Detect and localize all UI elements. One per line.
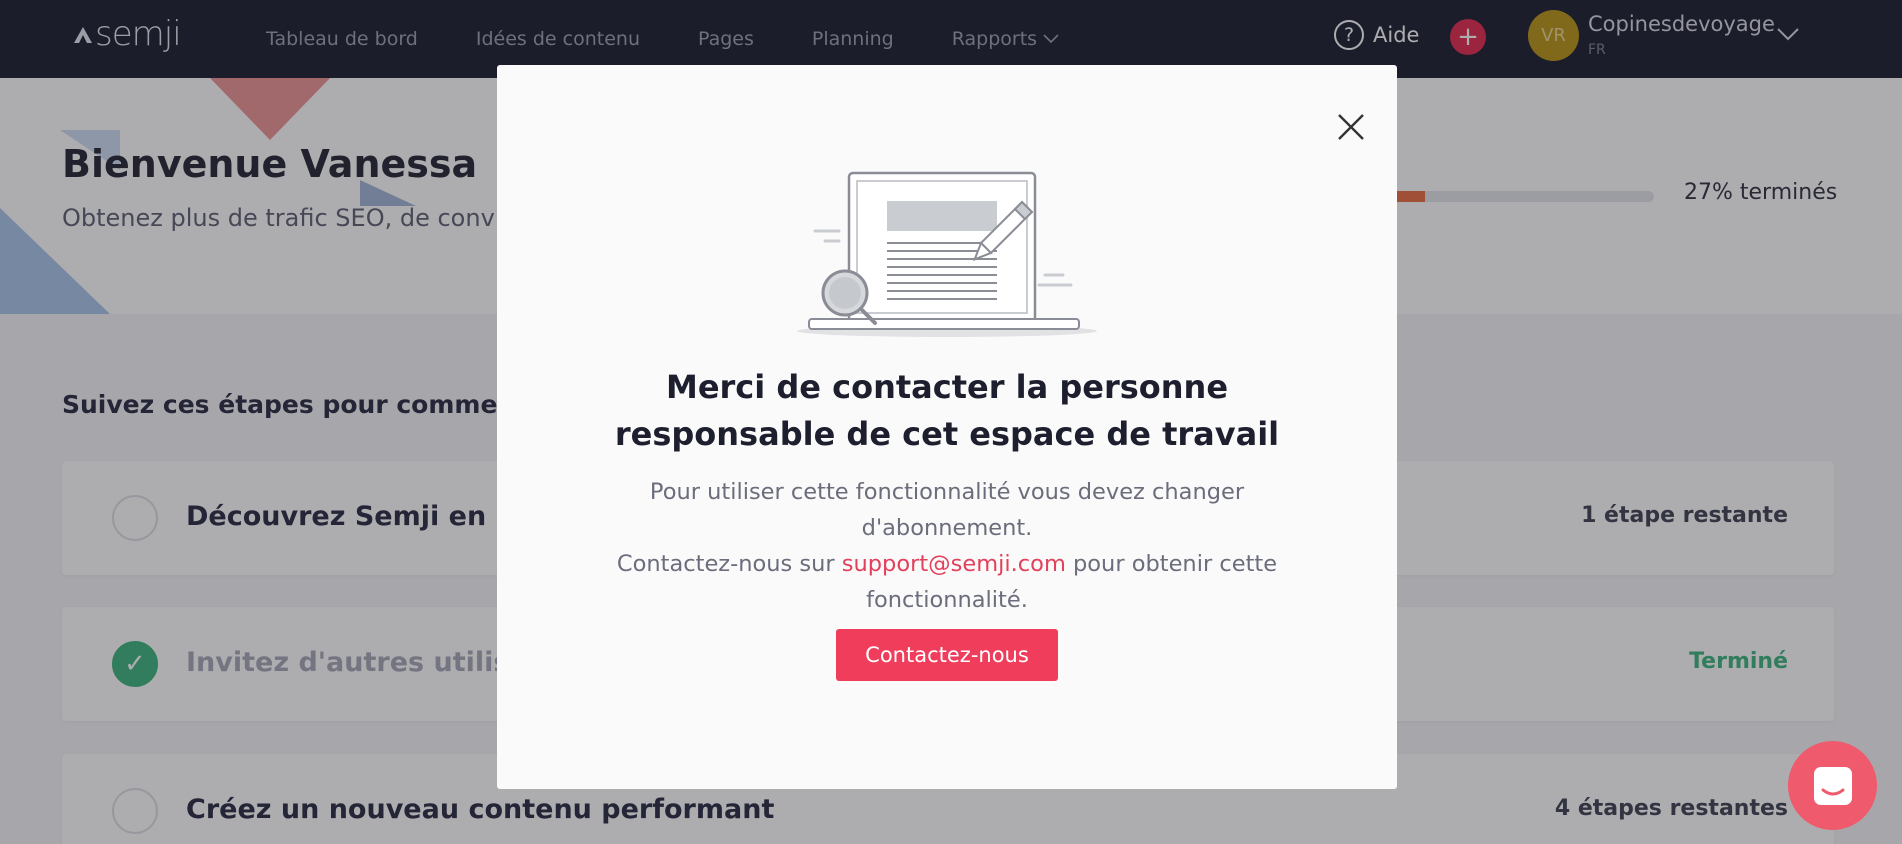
modal-body-text: Contactez-nous sur bbox=[616, 551, 842, 577]
upgrade-modal: Merci de contacter la personne responsab… bbox=[497, 65, 1397, 789]
modal-body-line: Contactez-nous sur support@semji.com pou… bbox=[587, 546, 1307, 618]
chat-icon bbox=[1813, 766, 1852, 805]
chat-launcher-button[interactable] bbox=[1788, 741, 1877, 830]
support-email-link[interactable]: support@semji.com bbox=[842, 551, 1066, 577]
laptop-illustration-icon bbox=[797, 171, 1097, 337]
modal-title: Merci de contacter la personne responsab… bbox=[614, 368, 1280, 453]
contact-us-button[interactable]: Contactez-nous bbox=[836, 629, 1058, 681]
modal-body: Pour utiliser cette fonctionnalité vous … bbox=[587, 474, 1307, 618]
close-icon[interactable] bbox=[1333, 109, 1369, 145]
modal-body-line: Pour utiliser cette fonctionnalité vous … bbox=[649, 479, 1245, 541]
